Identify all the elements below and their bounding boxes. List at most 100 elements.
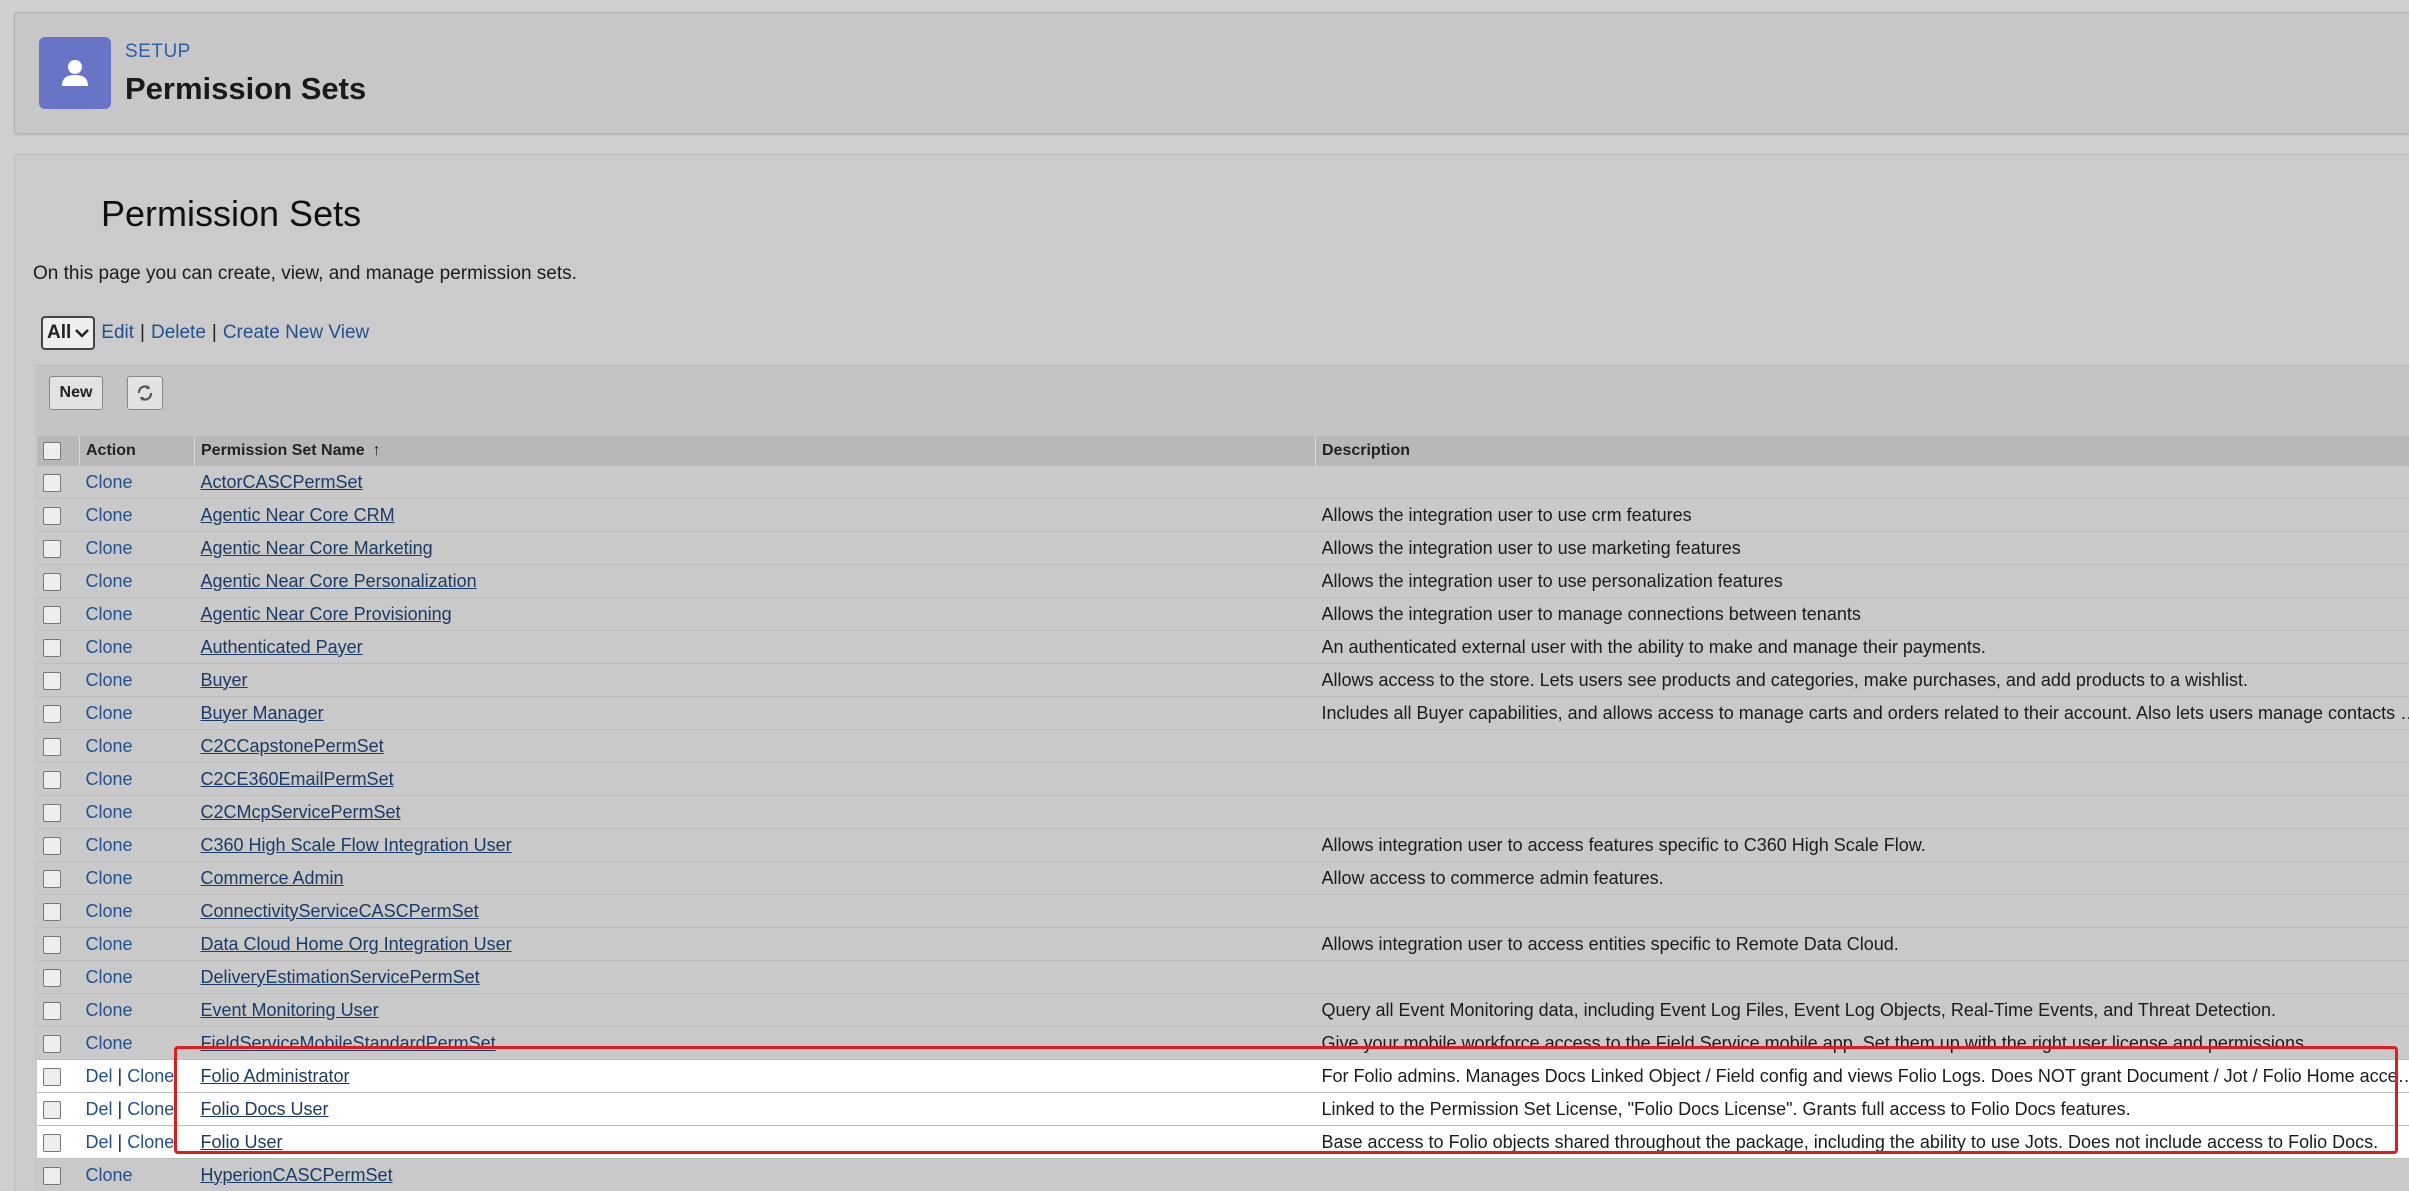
row-checkbox[interactable] (43, 968, 61, 987)
permission-set-link[interactable]: ConnectivityServiceCASCPermSet (201, 901, 479, 921)
clone-link[interactable]: Clone (86, 505, 133, 525)
row-checkbox[interactable] (43, 539, 61, 558)
row-checkbox[interactable] (43, 473, 61, 492)
separator: | (211, 322, 217, 343)
clone-link[interactable]: Clone (86, 802, 133, 822)
clone-link[interactable]: Clone (86, 571, 133, 591)
row-checkbox[interactable] (43, 704, 61, 723)
edit-view-link[interactable]: Edit (101, 322, 134, 344)
clone-link[interactable]: Clone (86, 703, 133, 723)
clone-link[interactable]: Clone (86, 835, 133, 855)
row-checkbox[interactable] (43, 803, 61, 822)
row-name-cell: DeliveryEstimationServicePermSet (194, 960, 1316, 994)
permission-set-link[interactable]: Agentic Near Core CRM (201, 505, 395, 525)
permission-set-link[interactable]: Agentic Near Core Personalization (201, 571, 477, 591)
row-description-cell (1315, 466, 2409, 499)
column-header-name[interactable]: Permission Set Name ↑ (194, 436, 1316, 466)
row-checkbox-cell (37, 993, 80, 1027)
create-view-link[interactable]: Create New View (223, 322, 369, 344)
permission-set-link[interactable]: Folio User (201, 1132, 283, 1152)
row-checkbox[interactable] (43, 1166, 61, 1185)
content-panel: Permission Sets On this page you can cre… (14, 154, 2409, 1191)
row-checkbox[interactable] (43, 671, 61, 690)
clone-link[interactable]: Clone (86, 934, 133, 954)
permission-set-link[interactable]: Event Monitoring User (201, 1000, 379, 1020)
table-row: Del | Clone Folio Administrator For Folio ad… (37, 1059, 2409, 1093)
permission-set-link[interactable]: Buyer (201, 670, 248, 690)
permission-set-link[interactable]: C2CE360EmailPermSet (201, 769, 394, 789)
row-checkbox[interactable] (43, 572, 61, 591)
clone-link[interactable]: Clone (127, 1066, 174, 1086)
permission-set-link[interactable]: Buyer Manager (201, 703, 324, 723)
row-description-cell (1315, 762, 2409, 796)
row-checkbox[interactable] (43, 1001, 61, 1020)
permission-set-link[interactable]: Agentic Near Core Provisioning (201, 604, 452, 624)
delete-link[interactable]: Del (86, 1099, 113, 1119)
row-checkbox[interactable] (43, 1034, 61, 1053)
row-description-cell (1315, 729, 2409, 763)
column-header-description: Description (1315, 436, 2409, 466)
clone-link[interactable]: Clone (127, 1132, 174, 1152)
clone-link[interactable]: Clone (86, 901, 133, 921)
permission-set-link[interactable]: Folio Administrator (201, 1066, 350, 1086)
row-checkbox[interactable] (43, 1067, 61, 1086)
select-all-checkbox[interactable] (43, 441, 61, 460)
clone-link[interactable]: Clone (86, 472, 133, 492)
new-button[interactable]: New (49, 376, 103, 410)
table-row: Del | Clone Folio User Base access to Folio … (37, 1125, 2409, 1159)
delete-link[interactable]: Del (86, 1066, 113, 1086)
clone-link[interactable]: Clone (86, 604, 133, 624)
permission-set-link[interactable]: C2CMcpServicePermSet (201, 802, 401, 822)
separator: | (140, 322, 145, 343)
row-checkbox[interactable] (43, 737, 61, 756)
column-header-action: Action (79, 436, 195, 466)
table-row: Clone Commerce Admin Allow access to comme… (37, 861, 2409, 895)
permission-set-link[interactable]: Agentic Near Core Marketing (201, 538, 433, 558)
row-description-cell: Allows the integration user to use crm f… (1315, 498, 2409, 532)
clone-link[interactable]: Clone (86, 670, 133, 690)
clone-link[interactable]: Clone (127, 1099, 174, 1119)
breadcrumb[interactable]: SETUP (125, 41, 191, 63)
row-checkbox[interactable] (43, 770, 61, 789)
row-checkbox-cell (37, 762, 80, 796)
permission-set-link[interactable]: Authenticated Payer (201, 637, 363, 657)
row-checkbox[interactable] (43, 1133, 61, 1152)
clone-link[interactable]: Clone (86, 1000, 133, 1020)
view-select[interactable]: All (41, 316, 96, 350)
row-checkbox[interactable] (43, 605, 61, 624)
permission-set-link[interactable]: Commerce Admin (201, 868, 344, 888)
row-name-cell: Authenticated Payer (194, 630, 1316, 664)
permission-set-link[interactable]: Folio Docs User (201, 1099, 329, 1119)
row-checkbox[interactable] (43, 638, 61, 657)
permission-set-link[interactable]: FieldServiceMobileStandardPermSet (201, 1033, 496, 1053)
row-checkbox-cell (37, 1092, 80, 1126)
permission-set-link[interactable]: DeliveryEstimationServicePermSet (201, 967, 480, 987)
row-checkbox[interactable] (43, 1100, 61, 1119)
clone-link[interactable]: Clone (86, 538, 133, 558)
refresh-button[interactable] (127, 376, 163, 410)
table-body: Clone ActorCASCPermSet Clone Agentic Near C… (37, 466, 2409, 1191)
permission-set-link[interactable]: C2CCapstonePermSet (201, 736, 384, 756)
permission-set-link[interactable]: ActorCASCPermSet (201, 472, 363, 492)
row-checkbox[interactable] (43, 935, 61, 954)
clone-link[interactable]: Clone (86, 868, 133, 888)
row-checkbox[interactable] (43, 506, 61, 525)
row-name-cell: C2CE360EmailPermSet (194, 762, 1316, 796)
clone-link[interactable]: Clone (86, 967, 133, 987)
row-checkbox[interactable] (43, 902, 61, 921)
setup-header: SETUP Permission Sets (14, 12, 2409, 134)
row-checkbox[interactable] (43, 869, 61, 888)
clone-link[interactable]: Clone (86, 736, 133, 756)
permission-set-link[interactable]: C360 High Scale Flow Integration User (201, 835, 512, 855)
clone-link[interactable]: Clone (86, 769, 133, 789)
clone-link[interactable]: Clone (86, 1165, 133, 1185)
permission-set-link[interactable]: Data Cloud Home Org Integration User (201, 934, 512, 954)
delete-view-link[interactable]: Delete (151, 322, 206, 344)
permission-set-link[interactable]: HyperionCASCPermSet (201, 1165, 393, 1185)
clone-link[interactable]: Clone (86, 1033, 133, 1053)
delete-link[interactable]: Del (86, 1132, 113, 1152)
clone-link[interactable]: Clone (86, 637, 133, 657)
table-row: Clone Authenticated Payer An authenticated… (37, 630, 2409, 664)
row-checkbox[interactable] (43, 836, 61, 855)
row-description-cell (1315, 894, 2409, 928)
